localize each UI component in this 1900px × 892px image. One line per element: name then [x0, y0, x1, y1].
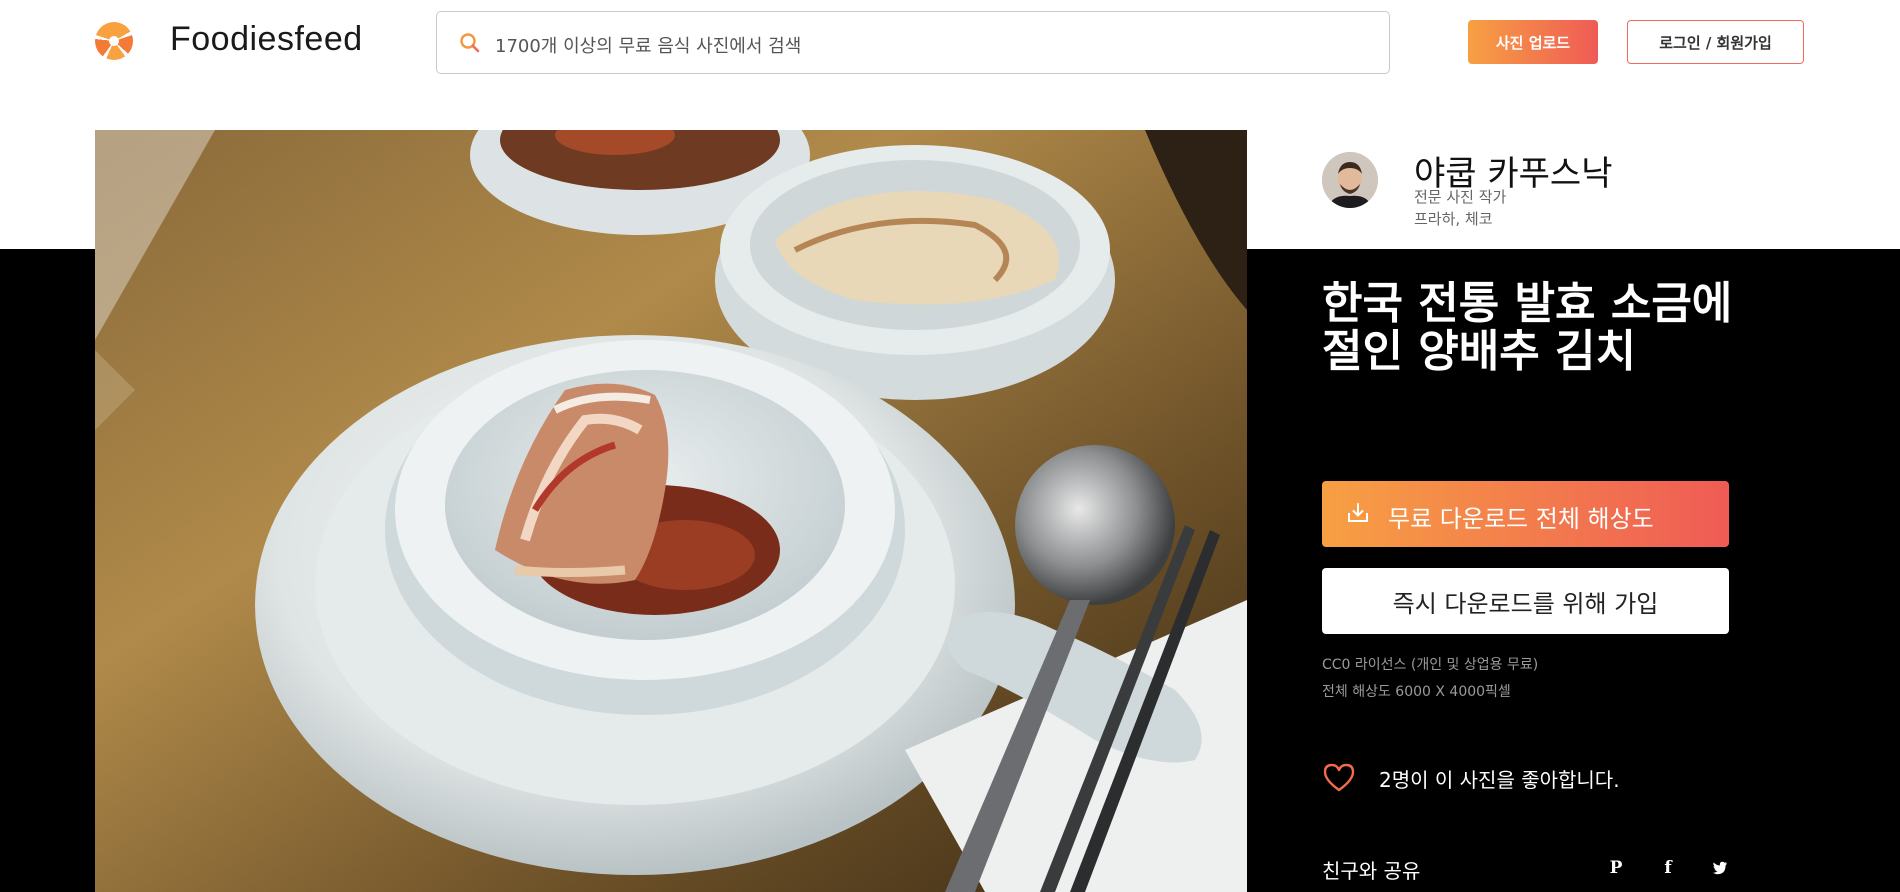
site-header: Foodiesfeed 1700개 이상의 무료 음식 사진에서 검색 사진 업… — [0, 0, 1900, 100]
download-icon — [1348, 503, 1368, 522]
twitter-bird-glyph — [1712, 861, 1728, 875]
photographer-role: 전문 사진 작가 — [1414, 188, 1507, 206]
free-download-label: 무료 다운로드 전체 해상도 — [1388, 505, 1654, 533]
foodiesfeed-logo-icon[interactable] — [95, 22, 133, 60]
avatar-image — [1322, 152, 1378, 208]
kimchi-photo-image — [95, 130, 1247, 892]
license-info: CC0 라이선스 (개인 및 상업용 무료) — [1322, 657, 1539, 673]
facebook-icon[interactable]: f — [1658, 858, 1678, 878]
search-input[interactable]: 1700개 이상의 무료 음식 사진에서 검색 — [436, 11, 1390, 74]
search-icon — [460, 33, 480, 53]
photo-title: 한국 전통 발효 소금에 절인 양배추 김치 — [1322, 278, 1733, 377]
food-photo[interactable] — [95, 130, 1247, 892]
likes-count-text: 2명이 이 사진을 좋아합니다. — [1379, 768, 1620, 792]
avatar[interactable] — [1322, 152, 1378, 208]
free-download-button[interactable]: 무료 다운로드 전체 해상도 — [1322, 481, 1729, 547]
photographer-card[interactable]: 야쿱 카푸스낙 전문 사진 작가 프라하, 체코 — [1322, 150, 1772, 230]
photographer-location: 프라하, 체코 — [1414, 210, 1493, 228]
resolution-info: 전체 해상도 6000 X 4000픽셀 — [1322, 684, 1511, 700]
join-for-instant-download-button[interactable]: 즉시 다운로드를 위해 가입 — [1322, 568, 1729, 634]
search-placeholder: 1700개 이상의 무료 음식 사진에서 검색 — [495, 36, 802, 57]
brand-name[interactable]: Foodiesfeed — [170, 20, 363, 59]
upload-photo-button[interactable]: 사진 업로드 — [1468, 20, 1598, 64]
heart-icon[interactable] — [1322, 762, 1356, 792]
twitter-icon[interactable] — [1709, 858, 1729, 878]
login-signup-button[interactable]: 로그인 / 회원가입 — [1627, 20, 1804, 64]
share-label: 친구와 공유 — [1322, 859, 1421, 883]
pinterest-icon[interactable]: P — [1606, 858, 1626, 878]
